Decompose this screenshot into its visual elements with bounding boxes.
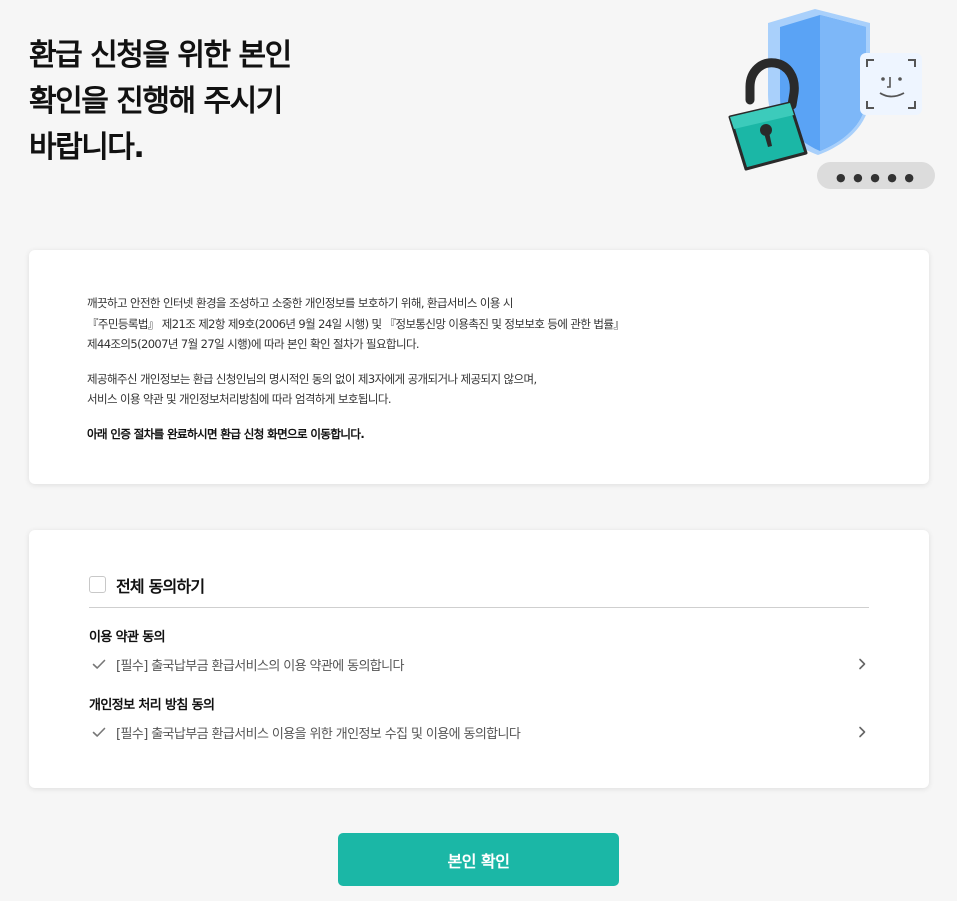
chevron-right-icon[interactable] (855, 725, 869, 739)
notice-text: 깨끗하고 안전한 인터넷 환경을 조성하고 소중한 개인정보를 보호하기 위해,… (87, 293, 877, 458)
notice-line: 제공해주신 개인정보는 환급 신청인님의 명시적인 동의 없이 제3자에게 공개… (87, 371, 537, 386)
notice-line: 『주민등록법』 제21조 제2항 제9호(2006년 9월 24일 시행) 및 … (87, 316, 625, 331)
security-illustration-svg: ● ● ● ● ● (728, 9, 935, 189)
notice-line: 아래 인증 절차를 완료하시면 환급 신청 화면으로 이동합니다. (87, 426, 365, 441)
page-title-line: 환급 신청을 위한 본인 (29, 38, 292, 73)
page-title: 환급 신청을 위한 본인 확인을 진행해 주시기 바랍니다. (29, 33, 359, 171)
privacy-section-title: 개인정보 처리 방침 동의 (89, 698, 215, 713)
face-id-icon (860, 53, 922, 115)
notice-paragraph-emphasis: 아래 인증 절차를 완료하시면 환급 신청 화면으로 이동합니다. (87, 424, 877, 445)
notice-line: 서비스 이용 약관 및 개인정보처리방침에 따라 엄격하게 보호됩니다. (87, 392, 391, 406)
chevron-right-icon[interactable] (855, 657, 869, 671)
agree-all-label: 전체 동의하기 (116, 576, 205, 596)
notice-paragraph: 깨끗하고 안전한 인터넷 환경을 조성하고 소중한 개인정보를 보호하기 위해,… (87, 293, 877, 355)
notice-paragraph: 제공해주신 개인정보는 환급 신청인님의 명시적인 동의 없이 제3자에게 공개… (87, 369, 877, 410)
password-mask: ● ● ● ● ● (836, 171, 916, 184)
privacy-agreement-label: [필수] 출국납부금 환급서비스 이용을 위한 개인정보 수집 및 이용에 동의… (116, 726, 521, 742)
page-title-line: 바랍니다. (29, 130, 145, 165)
notice-line: 제44조의5(2007년 7월 27일 시행)에 따라 본인 확인 절차가 필요… (87, 337, 420, 351)
privacy-agreement-item[interactable]: [필수] 출국납부금 환급서비스 이용을 위한 개인정보 수집 및 이용에 동의… (89, 721, 869, 743)
terms-agreement-item[interactable]: [필수] 출국납부금 환급서비스의 이용 약관에 동의합니다 (89, 653, 869, 675)
check-icon (92, 659, 106, 669)
identity-confirm-button[interactable]: 본인 확인 (338, 833, 619, 886)
terms-section-title: 이용 약관 동의 (89, 630, 166, 645)
security-illustration: ● ● ● ● ● (720, 5, 945, 195)
terms-agreement-label: [필수] 출국납부금 환급서비스의 이용 약관에 동의합니다 (116, 658, 404, 674)
agreement-card: 전체 동의하기 이용 약관 동의 [필수] 출국납부금 환급서비스의 이용 약관… (29, 530, 929, 788)
agree-all-row[interactable]: 전체 동의하기 (89, 573, 869, 608)
check-icon (92, 727, 106, 737)
notice-line: 깨끗하고 안전한 인터넷 환경을 조성하고 소중한 개인정보를 보호하기 위해,… (87, 296, 513, 310)
agree-all-checkbox[interactable] (89, 576, 106, 593)
page-title-line: 확인을 진행해 주시기 (29, 84, 283, 119)
notice-card: 깨끗하고 안전한 인터넷 환경을 조성하고 소중한 개인정보를 보호하기 위해,… (29, 250, 929, 484)
